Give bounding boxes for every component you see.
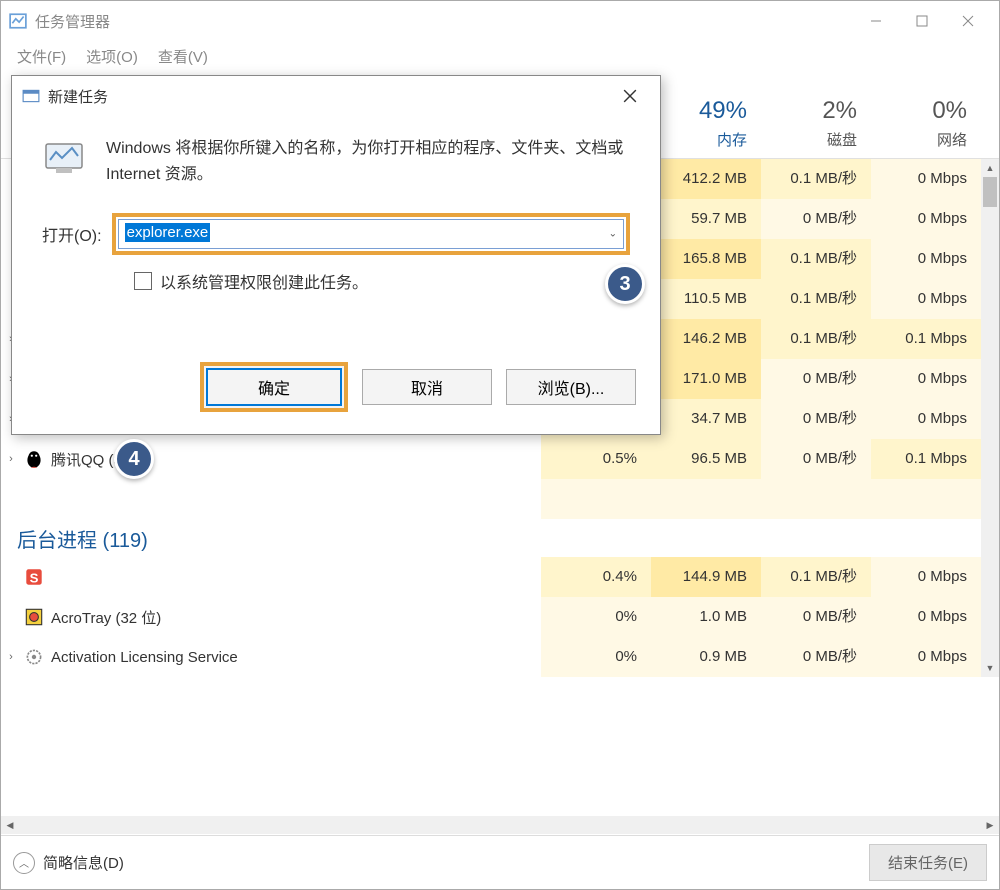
open-input-highlight: explorer.exe ⌄ (112, 213, 630, 255)
gear-icon (23, 646, 45, 668)
acro-icon (23, 606, 45, 628)
cell: 96.5 MB (651, 439, 761, 479)
cell: 0.1 MB/秒 (761, 279, 871, 319)
cell: 0.1 Mbps (871, 319, 981, 359)
vertical-scrollbar[interactable]: ▲ ▼ (981, 159, 999, 677)
browse-button[interactable]: 浏览(B)... (506, 369, 636, 405)
qq-icon (23, 448, 45, 470)
cell: 412.2 MB (651, 159, 761, 199)
sogou-icon: S (23, 566, 45, 588)
cell: 0 Mbps (871, 557, 981, 597)
cell: 0.1 MB/秒 (761, 239, 871, 279)
cell: 0 Mbps (871, 199, 981, 239)
horizontal-scrollbar[interactable]: ◀ ▶ (1, 816, 999, 834)
task-manager-window: 任务管理器 文件(F) 选项(O) 查看(V) 49% 内存 2% 磁盘 0% … (0, 0, 1000, 890)
cell: 0 MB/秒 (761, 597, 871, 637)
scroll-thumb[interactable] (983, 177, 997, 207)
process-name: Activation Licensing Service (51, 649, 541, 666)
cell: 0.9 MB (651, 637, 761, 677)
menu-file[interactable]: 文件(F) (9, 44, 74, 69)
admin-checkbox-label: 以系统管理权限创建此任务。 (160, 269, 368, 293)
annotation-3: 3 (605, 264, 645, 304)
cell: 144.9 MB (651, 557, 761, 597)
cell: 0.5% (541, 439, 651, 479)
run-program-icon (42, 136, 86, 180)
cell: 59.7 MB (651, 199, 761, 239)
cell: 0 Mbps (871, 159, 981, 199)
dialog-titlebar: 新建任务 (12, 76, 660, 116)
input-selected-text: explorer.exe (125, 223, 211, 242)
maximize-button[interactable] (899, 5, 945, 37)
menubar: 文件(F) 选项(O) 查看(V) (1, 41, 999, 71)
header-network[interactable]: 0% 网络 (871, 71, 981, 158)
cell: 34.7 MB (651, 399, 761, 439)
run-dialog-icon (22, 87, 40, 105)
cell: 0 Mbps (871, 359, 981, 399)
chevron-up-icon: ︿ (13, 852, 35, 874)
open-label: 打开(O): (42, 222, 102, 246)
svg-text:S: S (30, 571, 39, 586)
annotation-4: 4 (114, 439, 154, 479)
minimize-button[interactable] (853, 5, 899, 37)
close-button[interactable] (945, 5, 991, 37)
cell: 0 Mbps (871, 399, 981, 439)
menu-view[interactable]: 查看(V) (150, 44, 216, 69)
expand-icon[interactable]: › (1, 651, 21, 663)
dropdown-icon[interactable]: ⌄ (609, 229, 617, 240)
run-dialog: 新建任务 Windows 将根据你所键入的名称，为你打开相应的程序、文件夹、文档… (11, 75, 661, 435)
header-memory[interactable]: 49% 内存 (651, 71, 761, 158)
menu-options[interactable]: 选项(O) (78, 44, 146, 69)
table-row (1, 479, 981, 519)
ok-button-highlight: 确定 (200, 362, 348, 412)
scroll-up-arrow[interactable]: ▲ (981, 159, 999, 177)
dialog-title: 新建任务 (48, 86, 610, 107)
ok-button[interactable]: 确定 (206, 368, 342, 406)
cell: 0 MB/秒 (761, 399, 871, 439)
cell: 110.5 MB (651, 279, 761, 319)
cancel-button[interactable]: 取消 (362, 369, 492, 405)
cell: 0% (541, 637, 651, 677)
dialog-close-button[interactable] (610, 89, 650, 103)
group-header-background[interactable]: 后台进程 (119) (1, 519, 981, 557)
cell: 165.8 MB (651, 239, 761, 279)
cell: 0 Mbps (871, 279, 981, 319)
cell: 0 MB/秒 (761, 199, 871, 239)
cell: 1.0 MB (651, 597, 761, 637)
cell: 0.4% (541, 557, 651, 597)
cell: 0.1 MB/秒 (761, 557, 871, 597)
scroll-left-arrow[interactable]: ◀ (1, 820, 19, 831)
cell: 171.0 MB (651, 359, 761, 399)
cell: 0 Mbps (871, 239, 981, 279)
cell: 0% (541, 597, 651, 637)
admin-checkbox[interactable] (134, 272, 152, 290)
table-row[interactable]: AcroTray (32 位)0%1.0 MB0 MB/秒0 Mbps (1, 597, 981, 637)
cell: 0.1 MB/秒 (761, 159, 871, 199)
window-title: 任务管理器 (35, 11, 853, 32)
expand-icon[interactable]: › (1, 453, 21, 465)
dialog-description: Windows 将根据你所键入的名称，为你打开相应的程序、文件夹、文档或 Int… (106, 136, 630, 187)
process-name: AcroTray (32 位) (51, 607, 541, 628)
cell: 0.1 MB/秒 (761, 319, 871, 359)
scroll-down-arrow[interactable]: ▼ (981, 659, 999, 677)
scroll-right-arrow[interactable]: ▶ (981, 820, 999, 831)
header-disk[interactable]: 2% 磁盘 (761, 71, 871, 158)
cell: 0 Mbps (871, 597, 981, 637)
cell: 0 MB/秒 (761, 439, 871, 479)
app-icon (9, 12, 27, 30)
footer: ︿ 简略信息(D) 结束任务(E) (1, 835, 999, 889)
cell: 0 Mbps (871, 637, 981, 677)
cell: 0.1 Mbps (871, 439, 981, 479)
cell: 146.2 MB (651, 319, 761, 359)
table-row[interactable]: ›Activation Licensing Service0%0.9 MB0 M… (1, 637, 981, 677)
cell: 0 MB/秒 (761, 637, 871, 677)
titlebar: 任务管理器 (1, 1, 999, 41)
cell: 0 MB/秒 (761, 359, 871, 399)
end-task-button[interactable]: 结束任务(E) (869, 844, 987, 881)
table-row[interactable]: S 0.4%144.9 MB0.1 MB/秒0 Mbps (1, 557, 981, 597)
fewer-details-button[interactable]: ︿ 简略信息(D) (13, 852, 124, 874)
